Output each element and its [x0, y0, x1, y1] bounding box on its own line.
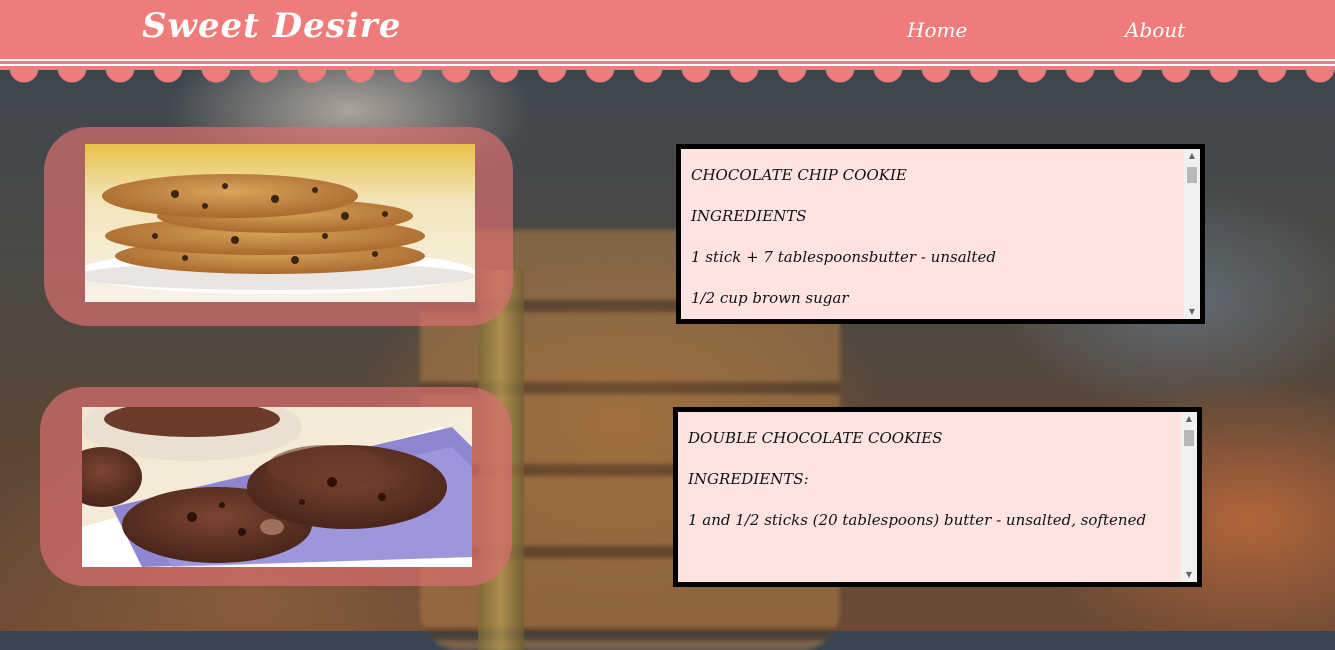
scroll-thumb[interactable] [1184, 430, 1194, 446]
nav-about-link[interactable]: About [1125, 18, 1185, 42]
scroll-up-arrow-icon[interactable]: ▲ [1181, 412, 1197, 426]
recipe-title: CHOCOLATE CHIP COOKIE [691, 166, 907, 184]
recipe-ingredients-heading: INGREDIENTS: [688, 470, 809, 488]
scrollbar[interactable]: ▲ ▼ [1181, 412, 1197, 582]
recipe-box-chocolate-chip[interactable]: CHOCOLATE CHIP COOKIE INGREDIENTS 1 stic… [676, 144, 1205, 324]
scroll-down-arrow-icon[interactable]: ▼ [1181, 568, 1197, 582]
scroll-up-arrow-icon[interactable]: ▲ [1184, 149, 1200, 163]
site-header: Sweet Desire Home About [0, 0, 1335, 58]
scroll-down-arrow-icon[interactable]: ▼ [1184, 305, 1200, 319]
chocolate-chip-cookie-image [85, 144, 475, 302]
double-chocolate-cookie-image [82, 407, 472, 567]
nav-home-link[interactable]: Home [907, 18, 967, 42]
recipe-ingredient: 1 and 1/2 sticks (20 tablespoons) butter… [688, 511, 1147, 529]
recipe-text: DOUBLE CHOCOLATE COOKIES INGREDIENTS: 1 … [688, 426, 1171, 549]
recipe-ingredient: 1/2 cup brown sugar [691, 289, 849, 307]
recipe-ingredients-heading: INGREDIENTS [691, 207, 807, 225]
recipe-ingredient: 1 stick + 7 tablespoonsbutter - unsalted [691, 248, 996, 266]
recipe-title: DOUBLE CHOCOLATE COOKIES [688, 429, 943, 447]
header-scallop-border [0, 56, 1335, 86]
brand-logo[interactable]: Sweet Desire [142, 6, 401, 46]
scrollbar[interactable]: ▲ ▼ [1184, 149, 1200, 319]
scroll-thumb[interactable] [1187, 167, 1197, 183]
recipe-box-double-chocolate[interactable]: DOUBLE CHOCOLATE COOKIES INGREDIENTS: 1 … [673, 407, 1202, 587]
recipe-text: CHOCOLATE CHIP COOKIE INGREDIENTS 1 stic… [691, 163, 1174, 319]
